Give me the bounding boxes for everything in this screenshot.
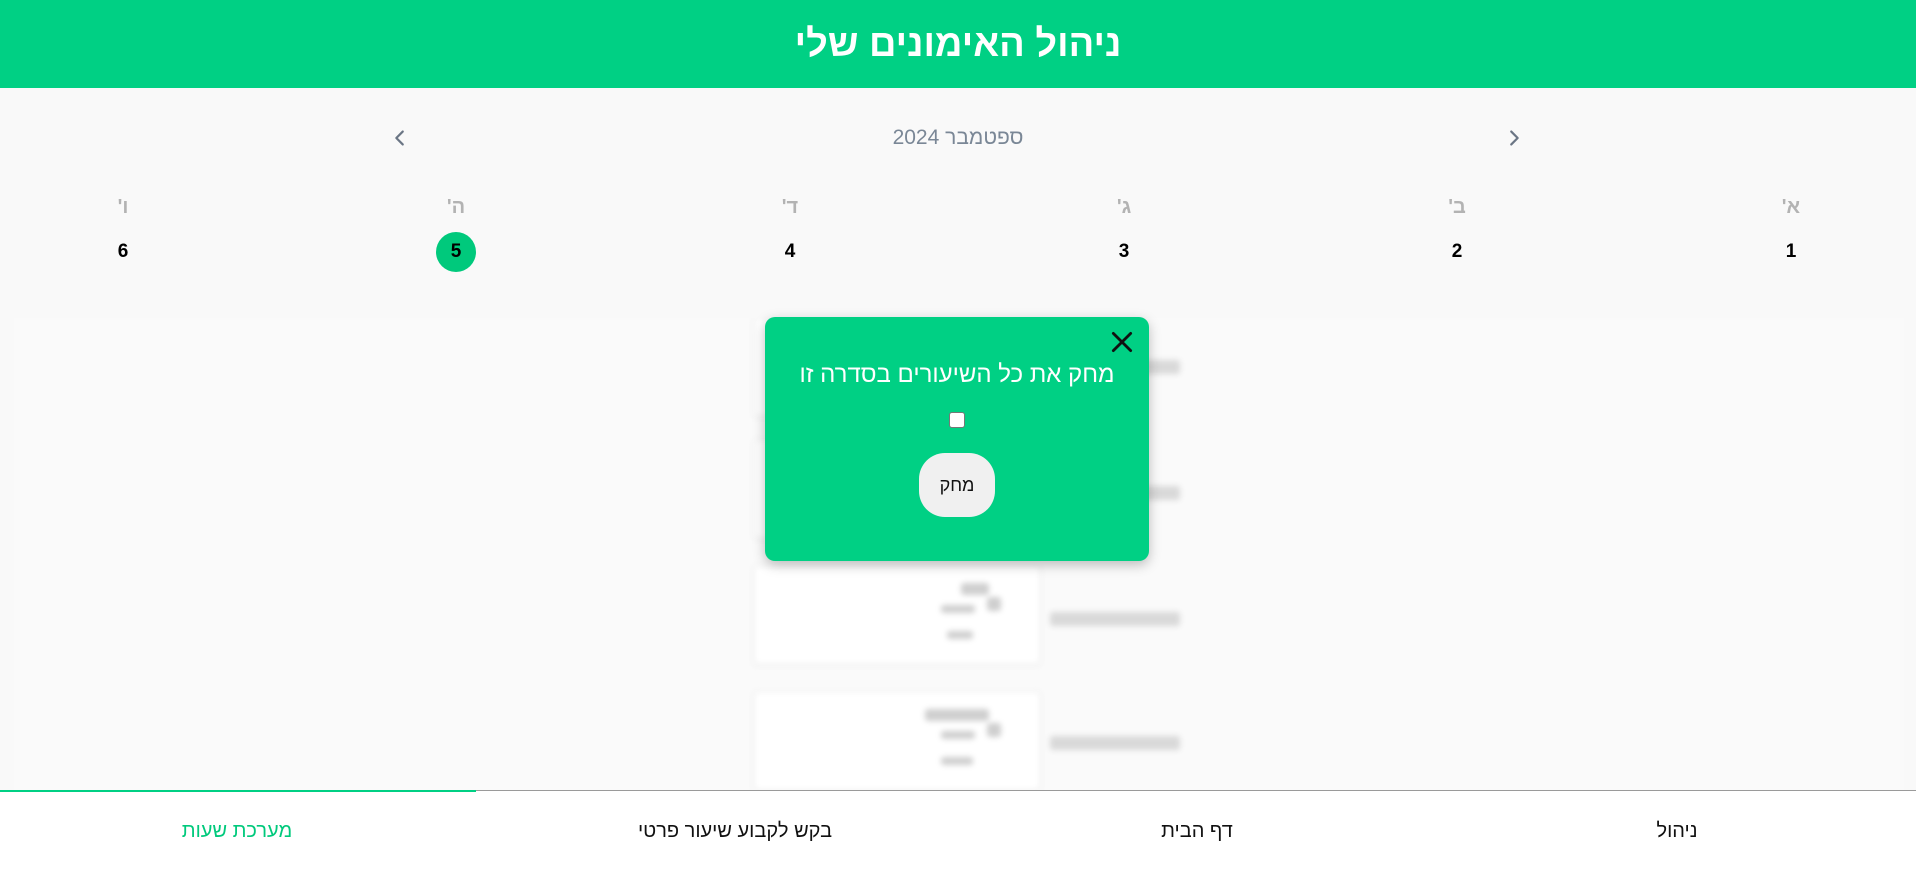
blurred-time <box>1050 612 1180 626</box>
day-cell-5[interactable]: ה' 5 <box>416 196 496 272</box>
day-name: ד' <box>781 196 799 218</box>
day-number: 2 <box>1451 241 1463 262</box>
blurred-time <box>1050 736 1180 750</box>
delete-series-checkbox[interactable] <box>949 412 965 428</box>
nav-item-admin[interactable]: ניהול <box>1577 791 1777 871</box>
month-navigation: ספטמבר 2024 <box>0 118 1916 158</box>
day-cell-1[interactable]: א' 1 <box>1751 196 1831 272</box>
chevron-right-icon[interactable] <box>1494 118 1534 158</box>
close-icon[interactable] <box>1109 329 1135 355</box>
day-name: ו' <box>117 196 129 218</box>
nav-item-home[interactable]: דף הבית <box>1097 791 1297 871</box>
day-number-selected: 5 <box>436 232 476 272</box>
day-number: 1 <box>1785 241 1797 262</box>
day-number: 3 <box>1118 241 1130 262</box>
day-cell-6[interactable]: ו' 6 <box>83 196 163 272</box>
day-cell-4[interactable]: ד' 4 <box>750 196 830 272</box>
day-name: ה' <box>446 196 466 218</box>
dialog-title: מחק את כל השיעורים בסדרה זו <box>799 361 1115 388</box>
week-days-row: א' 1 ב' 2 ג' 3 ד' 4 ה' 5 ו' 6 <box>0 196 1916 286</box>
day-name: א' <box>1781 196 1801 218</box>
day-number: 4 <box>784 241 796 262</box>
nav-item-request-private-lesson[interactable]: בקש לקבוע שיעור פרטי <box>580 791 890 871</box>
page-title: ניהול האימונים שלי <box>794 22 1122 65</box>
month-label: ספטמבר 2024 <box>892 126 1024 149</box>
day-name: ב' <box>1448 196 1466 218</box>
delete-series-dialog: מחק את כל השיעורים בסדרה זו מחק <box>765 317 1149 561</box>
day-cell-2[interactable]: ב' 2 <box>1417 196 1497 272</box>
app-header: ניהול האימונים שלי <box>0 0 1916 88</box>
delete-button[interactable]: מחק <box>919 453 995 517</box>
blurred-lesson-card <box>754 566 1040 664</box>
nav-item-schedule[interactable]: מערכת שעות <box>137 791 337 871</box>
day-number: 6 <box>117 241 129 262</box>
blurred-lesson-card <box>754 692 1040 790</box>
day-cell-3[interactable]: ג' 3 <box>1084 196 1164 272</box>
day-name: ג' <box>1116 196 1132 218</box>
bottom-navigation: ניהול דף הבית בקש לקבוע שיעור פרטי מערכת… <box>0 790 1916 871</box>
